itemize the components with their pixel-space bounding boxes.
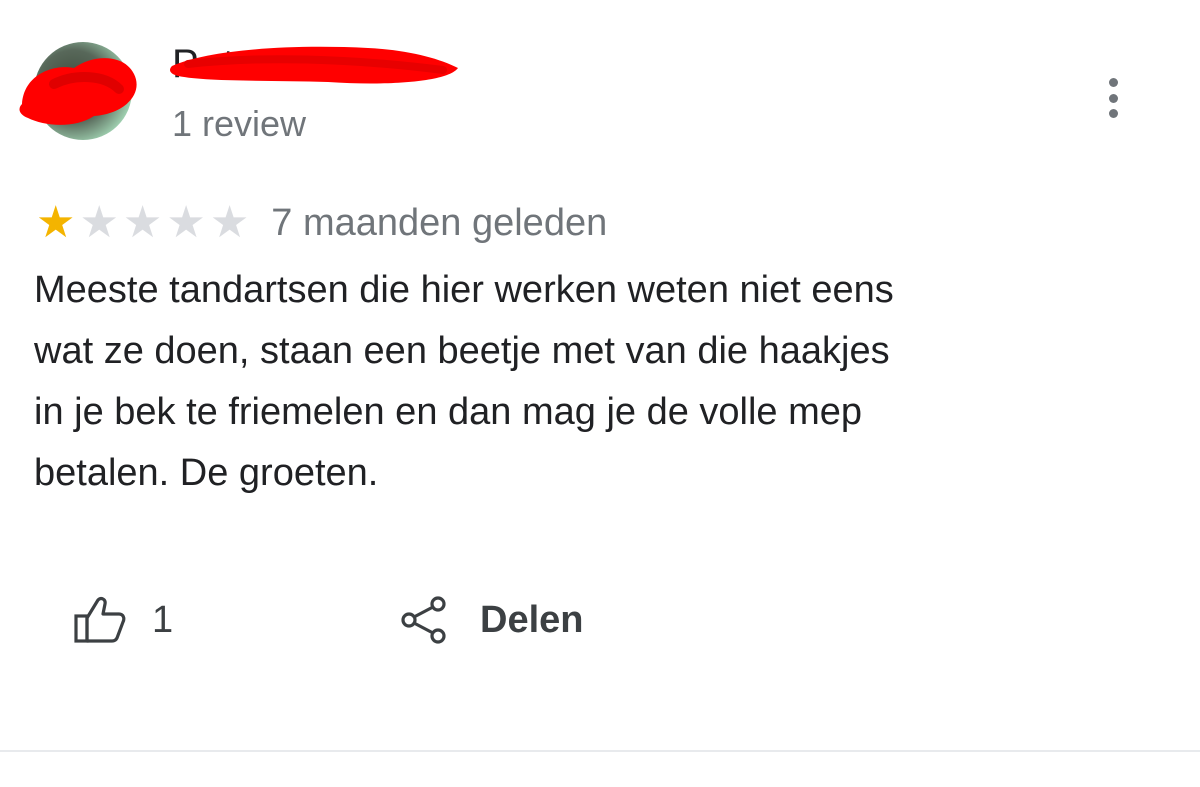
share-label: Delen <box>480 598 584 641</box>
like-button[interactable]: 1 <box>74 592 173 648</box>
name-redaction <box>170 46 458 84</box>
divider <box>0 750 1200 752</box>
avatar[interactable] <box>19 42 137 140</box>
review-timestamp: 7 maanden geleden <box>271 201 608 244</box>
more-options-button[interactable] <box>1098 78 1128 118</box>
star-icon: ★ <box>209 197 250 248</box>
star-icon: ★ <box>79 197 119 248</box>
share-button[interactable]: Delen <box>400 592 583 648</box>
more-vert-icon <box>1108 78 1118 87</box>
star-rating: ★ ★ ★ ★ ★ <box>36 201 253 245</box>
thumbs-up-icon <box>74 597 126 643</box>
like-count: 1 <box>152 598 174 641</box>
review-text: Meeste tandartsen die hier werken weten … <box>34 269 894 494</box>
star-icon: ★ <box>36 197 76 248</box>
share-icon <box>401 596 446 644</box>
more-vert-icon-dot <box>1108 109 1118 118</box>
rating-row: ★ ★ ★ ★ ★ 7 maanden geleden <box>36 198 607 248</box>
star-icon: ★ <box>166 197 206 248</box>
review-card: Peter Broeer 1 review ★ ★ ★ ★ ★ 7 maande… <box>0 0 1200 787</box>
review-count: 1 review <box>172 103 307 144</box>
star-icon: ★ <box>122 197 163 248</box>
more-vert-icon-dot <box>1108 93 1118 103</box>
avatar-redaction <box>19 58 137 125</box>
